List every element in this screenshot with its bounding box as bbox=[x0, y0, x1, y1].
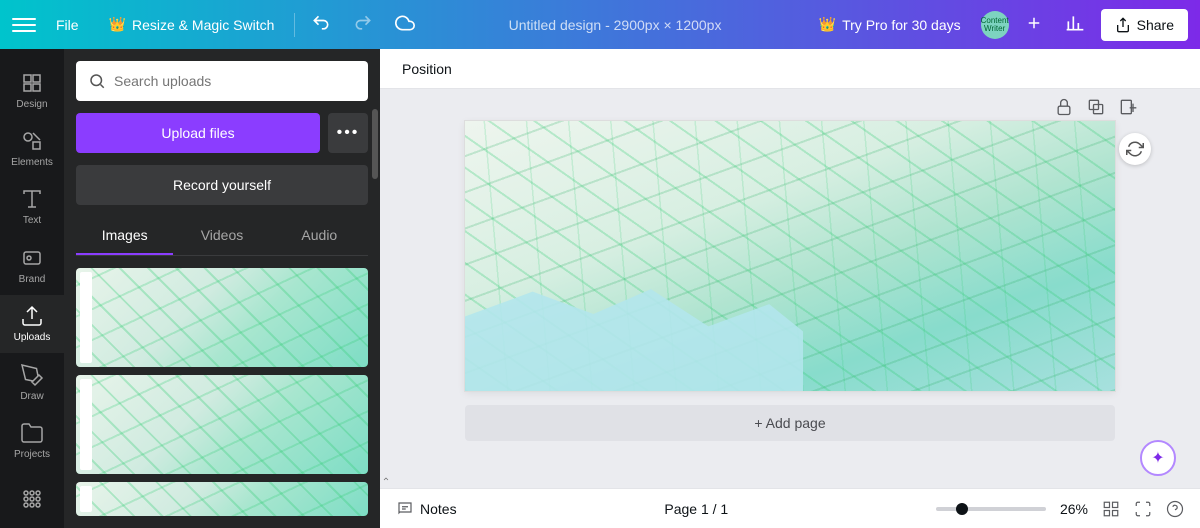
magic-assistant-button[interactable]: ✦ bbox=[1140, 440, 1176, 476]
search-uploads-input[interactable] bbox=[76, 61, 368, 101]
undo-button[interactable] bbox=[305, 7, 337, 42]
upload-thumbnails bbox=[76, 268, 368, 516]
bottom-bar: Notes Page 1 / 1 26% bbox=[380, 488, 1200, 528]
cloud-sync-icon[interactable] bbox=[389, 7, 421, 42]
fullscreen-icon[interactable] bbox=[1134, 500, 1152, 518]
avatar[interactable]: Content Writer bbox=[981, 11, 1009, 39]
share-label: Share bbox=[1137, 17, 1174, 33]
tab-audio[interactable]: Audio bbox=[271, 217, 368, 255]
uploads-tabs: Images Videos Audio bbox=[76, 217, 368, 256]
nav-elements[interactable]: Elements bbox=[0, 119, 64, 177]
nav-apps[interactable] bbox=[0, 470, 64, 528]
tab-videos[interactable]: Videos bbox=[173, 217, 270, 255]
grid-view-icon[interactable] bbox=[1102, 500, 1120, 518]
search-icon bbox=[88, 72, 106, 90]
search-field[interactable] bbox=[114, 73, 356, 89]
nav-label: Projects bbox=[14, 449, 50, 460]
try-pro-label: Try Pro for 30 days bbox=[842, 17, 961, 33]
new-page-icon[interactable] bbox=[1118, 97, 1138, 117]
resize-magic-switch-button[interactable]: 👑 Resize & Magic Switch bbox=[99, 10, 285, 39]
tab-images[interactable]: Images bbox=[76, 217, 173, 255]
zoom-value[interactable]: 26% bbox=[1060, 501, 1088, 517]
file-label: File bbox=[56, 17, 79, 33]
record-yourself-button[interactable]: Record yourself bbox=[76, 165, 368, 205]
nav-label: Text bbox=[23, 215, 41, 226]
add-member-button[interactable] bbox=[1019, 8, 1049, 41]
upload-thumbnail[interactable] bbox=[76, 482, 368, 516]
nav-uploads[interactable]: Uploads bbox=[0, 295, 64, 353]
upload-more-button[interactable]: ••• bbox=[328, 113, 368, 153]
regenerate-button[interactable] bbox=[1119, 133, 1151, 165]
nav-draw[interactable]: Draw bbox=[0, 353, 64, 411]
top-bar: File 👑 Resize & Magic Switch Untitled de… bbox=[0, 0, 1200, 49]
notes-label: Notes bbox=[420, 501, 457, 517]
nav-label: Brand bbox=[19, 274, 46, 285]
nav-label: Design bbox=[16, 99, 47, 110]
add-page-button[interactable]: + Add page bbox=[465, 405, 1115, 441]
canvas-toolbar: Position bbox=[380, 49, 1200, 89]
lock-icon[interactable] bbox=[1054, 97, 1074, 117]
crown-icon: 👑 bbox=[819, 16, 836, 33]
zoom-slider[interactable] bbox=[936, 507, 1046, 511]
file-menu[interactable]: File bbox=[46, 11, 89, 39]
nav-projects[interactable]: Projects bbox=[0, 411, 64, 469]
canvas-area: Position + Add page ✦ Notes Page 1 / bbox=[380, 49, 1200, 528]
uploads-panel: Upload files ••• Record yourself Images … bbox=[64, 49, 380, 528]
position-button[interactable]: Position bbox=[394, 57, 460, 81]
duplicate-icon[interactable] bbox=[1086, 97, 1106, 117]
upload-thumbnail[interactable] bbox=[76, 268, 368, 367]
share-button[interactable]: Share bbox=[1101, 9, 1188, 41]
nav-text[interactable]: Text bbox=[0, 178, 64, 236]
try-pro-button[interactable]: 👑 Try Pro for 30 days bbox=[809, 10, 971, 39]
help-icon[interactable] bbox=[1166, 500, 1184, 518]
nav-label: Uploads bbox=[14, 332, 51, 343]
nav-design[interactable]: Design bbox=[0, 61, 64, 119]
document-title[interactable]: Untitled design - 2900px × 1200px bbox=[431, 17, 798, 33]
resize-label: Resize & Magic Switch bbox=[132, 17, 274, 33]
redo-button[interactable] bbox=[347, 7, 379, 42]
menu-icon[interactable] bbox=[12, 13, 36, 37]
nav-label: Elements bbox=[11, 157, 53, 168]
expand-pages-handle[interactable] bbox=[380, 470, 1200, 488]
crown-icon: 👑 bbox=[109, 16, 126, 33]
upload-thumbnail[interactable] bbox=[76, 375, 368, 474]
nav-brand[interactable]: Brand bbox=[0, 236, 64, 294]
upload-files-button[interactable]: Upload files bbox=[76, 113, 320, 153]
page-indicator: Page 1 / 1 bbox=[664, 501, 728, 517]
notes-button[interactable]: Notes bbox=[396, 500, 457, 518]
nav-rail: Design Elements Text Brand Uploads Draw … bbox=[0, 49, 64, 528]
analytics-icon[interactable] bbox=[1059, 7, 1091, 42]
design-page[interactable] bbox=[465, 121, 1115, 391]
nav-label: Draw bbox=[20, 391, 43, 402]
